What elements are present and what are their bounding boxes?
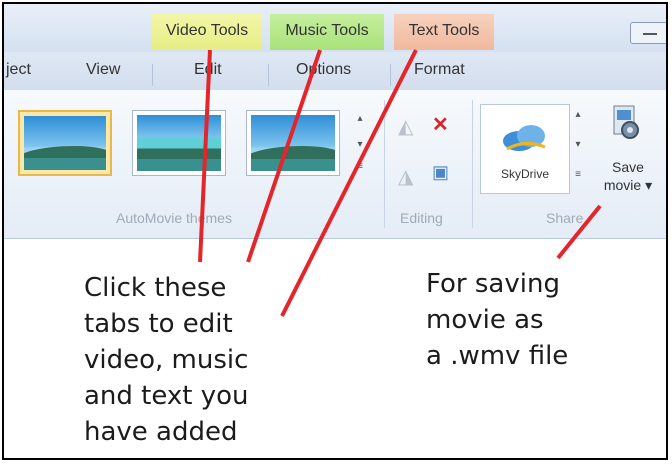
screenshot-frame: Video Tools Music Tools Text Tools ject … xyxy=(2,2,668,460)
annotation-arrows xyxy=(198,49,602,317)
arrow-music-tools xyxy=(246,49,322,263)
arrow-video-tools xyxy=(198,49,212,263)
arrow-text-tools xyxy=(280,49,418,317)
arrow-save-movie xyxy=(556,204,602,260)
